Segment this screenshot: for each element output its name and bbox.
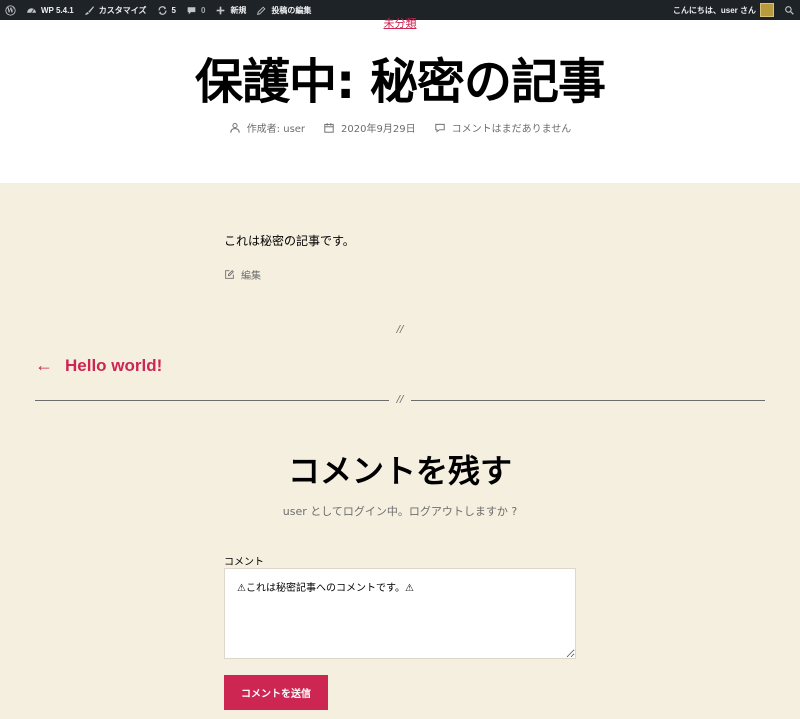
calendar-icon xyxy=(324,122,334,133)
author-label: 作成者: user xyxy=(246,124,306,135)
search-icon xyxy=(785,5,794,15)
submit-comment-button[interactable]: コメントを送信 xyxy=(224,675,328,710)
plus-icon xyxy=(217,6,225,14)
post-author[interactable]: 作成者: user xyxy=(229,120,305,135)
dashboard-icon xyxy=(27,7,36,13)
comment-textarea[interactable]: ⚠これは秘密記事へのコメントです。⚠ xyxy=(224,568,576,659)
edit-post-label: 投稿の編集 xyxy=(271,5,312,15)
updates-count: 5 xyxy=(171,5,176,15)
wordpress-icon: W xyxy=(5,4,16,16)
greeting-label: こんにちは、user さん xyxy=(672,5,756,15)
date-label: 2020年9月29日 xyxy=(341,124,416,135)
comment-icon xyxy=(187,6,196,14)
comments-count: 0 xyxy=(200,5,206,15)
edit-icon xyxy=(225,270,234,279)
category-link[interactable]: 未分類 xyxy=(0,15,800,31)
wp-version-label: WP 5.4.1 xyxy=(41,5,74,15)
post-meta: 作成者: user 2020年9月29日 コメントはまだありません xyxy=(0,120,800,135)
previous-post-title: Hello world! xyxy=(65,355,163,375)
brush-icon xyxy=(84,5,94,15)
post-content: これは秘密の記事です。 xyxy=(224,234,355,248)
comment-label: コメント xyxy=(224,557,264,568)
new-label: 新規 xyxy=(230,5,247,15)
comment-form-title: コメントを残す xyxy=(287,452,512,490)
previous-post-link[interactable]: ← Hello world! xyxy=(35,355,162,376)
post-header: 未分類 保護中: 秘密の記事 作成者: user 2020年9月29日 コメント… xyxy=(0,17,800,183)
edit-link[interactable]: 編集 xyxy=(224,267,261,282)
refresh-icon xyxy=(158,5,166,15)
customize-label: カスタマイズ xyxy=(98,5,147,15)
pencil-icon xyxy=(257,6,266,15)
svg-text:W: W xyxy=(6,7,14,14)
post-comments-link[interactable]: コメントはまだありません xyxy=(434,120,572,135)
arrow-left-icon: ← xyxy=(35,355,53,375)
person-icon xyxy=(230,122,240,133)
post-date[interactable]: 2020年9月29日 xyxy=(323,120,416,135)
comments-label: コメントはまだありません xyxy=(451,124,572,135)
page-title: 保護中: 秘密の記事 xyxy=(195,54,606,110)
comment-bubble-icon xyxy=(434,123,445,133)
section-separator: // xyxy=(396,324,404,335)
edit-label: 編集 xyxy=(241,271,261,282)
divider-mark: // xyxy=(389,394,411,405)
logged-in-as[interactable]: user としてログイン中。ログアウトしますか ? xyxy=(0,503,800,519)
